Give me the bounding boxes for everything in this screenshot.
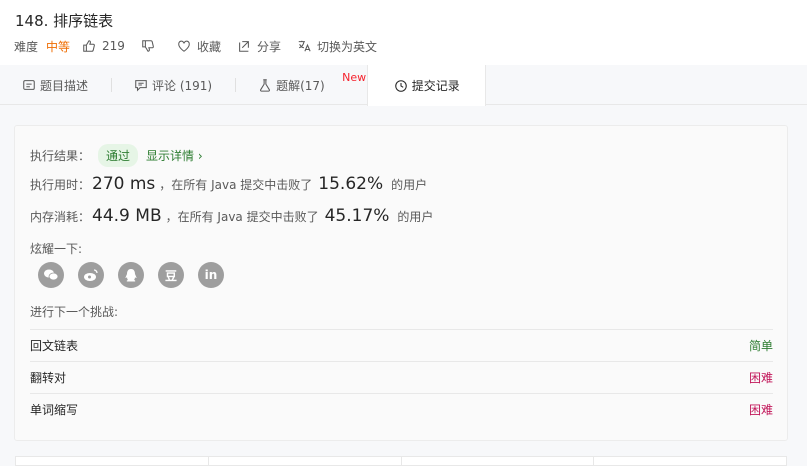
problem-meta: 难度 中等 219 收藏 分享 切换为英文 [14, 38, 393, 54]
memory-row: 内存消耗： 44.9 MB ，在所有 Java 提交中击败了 45.17% 的用… [30, 206, 433, 226]
tab-description[interactable]: 题目描述 [0, 65, 113, 105]
tab-submissions[interactable]: 提交记录 [366, 65, 486, 106]
tab-label: 评论 (191) [152, 78, 213, 93]
challenge-difficulty: 困难 [748, 371, 773, 385]
runtime-suffix: 的用户 [391, 177, 428, 192]
share-label: 分享 [256, 39, 281, 54]
challenge-difficulty: 简单 [748, 339, 773, 353]
share-button[interactable]: 分享 [237, 38, 281, 55]
share-icon [239, 41, 249, 52]
wechat-icon[interactable] [38, 262, 64, 288]
thumbs-down-icon [142, 40, 154, 52]
description-icon [23, 80, 35, 90]
list-item[interactable]: 翻转对 困难 [30, 361, 773, 393]
result-label: 执行结果： [30, 149, 91, 163]
list-item[interactable]: 单词缩写 困难 [30, 393, 773, 425]
share-icons: 豆 in [38, 262, 238, 288]
result-row: 执行结果： 通过 显示详情 › [30, 144, 203, 167]
favorite-label: 收藏 [196, 39, 221, 54]
favorite-button[interactable]: 收藏 [177, 38, 221, 55]
tab-label: 题目描述 [40, 78, 89, 93]
clock-icon [394, 79, 407, 92]
flask-icon [260, 79, 271, 92]
runtime-value: 270 ms [92, 174, 156, 194]
thumbs-up-icon [83, 40, 95, 52]
status-badge: 通过 [98, 144, 139, 167]
like-button[interactable]: 219 [82, 39, 125, 53]
new-badge: New [342, 71, 367, 84]
tab-label: 提交记录 [411, 79, 460, 93]
problem-header: 148. 排序链表 难度 中等 219 收藏 分享 切换为英文 [0, 0, 807, 65]
challenge-list: 回文链表 简单 翻转对 困难 单词缩写 困难 [30, 329, 773, 425]
challenge-name: 翻转对 [30, 371, 67, 385]
table-cell [16, 457, 209, 465]
next-challenge-label: 进行下一个挑战: [30, 305, 119, 319]
submission-table-header [15, 456, 787, 466]
dislike-button[interactable] [141, 39, 161, 53]
problem-title: 148. 排序链表 [15, 12, 114, 30]
list-item[interactable]: 回文链表 简单 [30, 329, 773, 361]
table-cell [402, 457, 595, 465]
table-cell [594, 457, 786, 465]
heart-icon [178, 40, 190, 52]
memory-value: 44.9 MB [92, 206, 162, 226]
runtime-row: 执行用时： 270 ms ，在所有 Java 提交中击败了 15.62% 的用户 [30, 174, 427, 194]
submission-result-panel: 执行结果： 通过 显示详情 › 执行用时： 270 ms ，在所有 Java 提… [14, 125, 788, 441]
switch-language-button[interactable]: 切换为英文 [297, 38, 377, 55]
tab-comments[interactable]: 评论 (191) [112, 65, 237, 105]
weibo-icon[interactable] [78, 262, 104, 288]
difficulty-value: 中等 [46, 39, 71, 54]
runtime-text: ，在所有 Java 提交中击败了 [159, 177, 313, 192]
show-off-label: 炫耀一下: [30, 242, 83, 256]
tab-solutions[interactable]: 题解(17) New [236, 65, 367, 105]
tab-bar: 题目描述 评论 (191) 题解(17) New 提交记录 [0, 65, 807, 106]
memory-label: 内存消耗： [30, 209, 91, 224]
difficulty-label: 难度 [14, 39, 39, 54]
challenge-difficulty: 困难 [748, 403, 773, 417]
runtime-label: 执行用时： [30, 177, 91, 192]
show-detail-link[interactable]: 显示详情 › [146, 147, 203, 164]
qq-icon[interactable] [118, 262, 144, 288]
table-cell [209, 457, 402, 465]
memory-text: ，在所有 Java 提交中击败了 [165, 209, 319, 224]
douban-icon[interactable]: 豆 [158, 262, 184, 288]
challenge-name: 回文链表 [30, 339, 79, 353]
like-count: 219 [102, 39, 125, 53]
linkedin-icon[interactable]: in [198, 262, 224, 288]
runtime-percent: 15.62% [318, 174, 384, 194]
memory-suffix: 的用户 [397, 209, 434, 224]
memory-percent: 45.17% [324, 206, 390, 226]
translate-icon [298, 40, 311, 52]
tab-label: 题解(17) [276, 78, 325, 93]
challenge-name: 单词缩写 [30, 403, 79, 417]
switch-language-label: 切换为英文 [316, 39, 377, 54]
comment-icon [135, 80, 147, 92]
